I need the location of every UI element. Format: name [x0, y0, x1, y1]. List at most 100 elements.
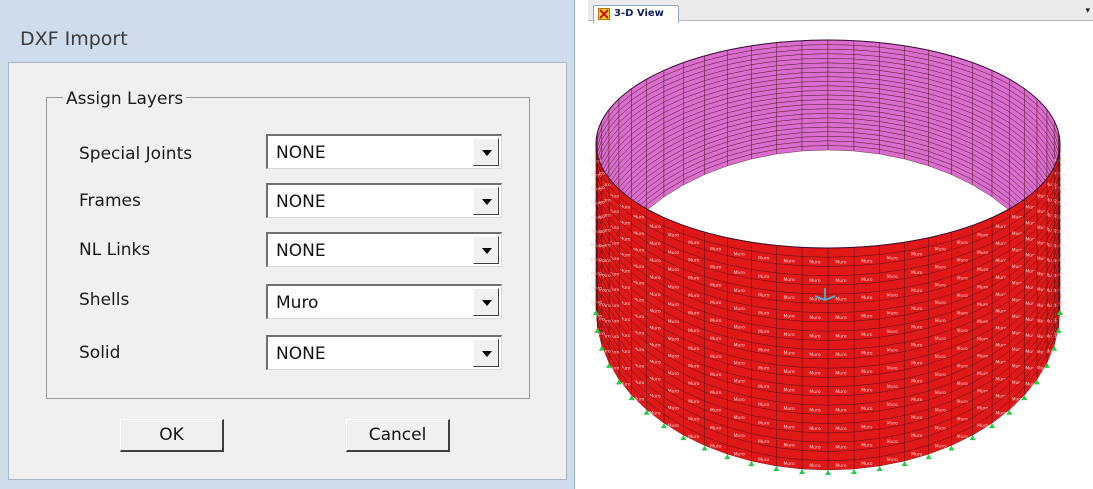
shell-label: Muro — [784, 424, 795, 430]
shell-label: Muro — [911, 270, 922, 276]
special-joints-value: NONE — [276, 143, 326, 163]
chevron-down-icon[interactable] — [473, 339, 499, 367]
nl-links-label: NL Links — [79, 240, 151, 260]
shell-label: Muro — [835, 426, 846, 432]
shell-label: Muro — [809, 371, 820, 377]
shell-label: Muro — [784, 406, 795, 412]
outer-wall-panel — [827, 376, 855, 387]
shell-label: Muro — [784, 461, 795, 467]
shell-label: Muro — [887, 457, 898, 463]
3d-model-canvas[interactable]: Muro Muro Muro Muro Muro Muro Muro Muro Muro Muro… — [588, 20, 1093, 489]
outer-wall-panel — [801, 265, 829, 276]
outer-wall-panel — [801, 431, 829, 443]
shell-label: Muro — [809, 463, 820, 469]
outer-wall-panel — [827, 302, 855, 313]
outer-wall-panel — [801, 284, 829, 295]
shell-label: Muro — [835, 463, 846, 469]
shell-label: Muro — [734, 342, 745, 348]
outer-wall-panel — [827, 339, 855, 350]
outer-wall-panel — [827, 357, 855, 369]
special-joints-select[interactable]: NONE — [266, 134, 502, 169]
support-marker — [876, 465, 883, 471]
shell-label: Muro — [977, 423, 988, 429]
shell-label: Muro — [861, 387, 872, 393]
shell-label: Muro — [784, 314, 795, 320]
chevron-down-icon[interactable] — [473, 138, 499, 166]
shell-label: Muro — [861, 369, 872, 375]
shell-label: Muro — [887, 329, 898, 335]
tab-3d-view-label: 3-D View — [614, 8, 664, 19]
outer-wall-panel — [801, 247, 829, 258]
outer-wall-panel — [801, 413, 829, 424]
shell-label: Muro — [758, 347, 769, 353]
ok-button[interactable]: OK — [120, 419, 224, 452]
shells-value: Muro — [276, 293, 319, 313]
shell-label: Muro — [887, 366, 898, 372]
shell-label: Muro — [784, 258, 795, 264]
outer-wall-panel — [827, 394, 855, 406]
shell-label: Muro — [758, 274, 769, 280]
inner-wall-panel — [827, 145, 855, 152]
chevron-down-icon[interactable]: ▾ — [1085, 6, 1090, 16]
shell-label: Muro — [784, 277, 795, 283]
shell-label: Muro — [809, 278, 820, 284]
shells-label: Shells — [79, 290, 130, 310]
shell-label: Muro — [861, 332, 872, 338]
chevron-down-icon[interactable] — [473, 288, 499, 316]
3d-view-panel: 3-D View ▾ Muro Muro Muro Muro Muro Muro Muro M… — [588, 0, 1093, 489]
assign-layers-legend: Assign Layers — [63, 89, 187, 109]
shell-label: Muro — [809, 315, 820, 321]
shell-label: Muro — [835, 445, 846, 451]
shell-label: Muro — [809, 389, 820, 395]
shell-label: Muro — [835, 278, 846, 284]
support-marker — [748, 461, 755, 467]
nl-links-value: NONE — [276, 241, 326, 261]
support-marker — [799, 468, 806, 474]
support-marker — [901, 461, 908, 467]
outer-wall-panel — [827, 431, 855, 443]
shell-label: Muro — [861, 461, 872, 467]
shell-label: Muro — [861, 295, 872, 301]
shell-label: Muro — [784, 369, 795, 375]
outer-wall-panel — [827, 413, 855, 424]
shell-label: Muro — [710, 444, 721, 450]
shells-select[interactable]: Muro — [266, 284, 502, 319]
frames-select[interactable]: NONE — [266, 183, 502, 218]
shell-label: Muro — [734, 324, 745, 330]
shell-label: Muro — [835, 389, 846, 395]
solid-value: NONE — [276, 344, 326, 364]
inner-wall-panel — [801, 44, 829, 51]
shell-label: Muro — [734, 306, 745, 312]
shell-label: Muro — [1012, 396, 1023, 402]
outer-wall-panel — [801, 302, 829, 313]
shell-label: Muro — [835, 260, 846, 266]
special-joints-label: Special Joints — [79, 144, 193, 164]
shell-label: Muro — [861, 443, 872, 449]
nl-links-select[interactable]: NONE — [266, 232, 502, 267]
chevron-down-icon[interactable] — [473, 236, 499, 264]
shell-label: Muro — [734, 451, 745, 457]
shell-label: Muro — [809, 445, 820, 451]
shell-label: Muro — [835, 297, 846, 303]
shell-label: Muro — [758, 421, 769, 427]
shell-label: Muro — [734, 288, 745, 294]
shell-label: Muro — [861, 351, 872, 357]
shell-label: Muro — [887, 402, 898, 408]
shell-label: Muro — [861, 314, 872, 320]
shell-label: Muro — [809, 352, 820, 358]
shell-label: Muro — [758, 457, 769, 463]
shell-label: Muro — [887, 274, 898, 280]
solid-select[interactable]: NONE — [266, 335, 502, 370]
shell-label: Muro — [633, 396, 644, 402]
chevron-down-icon[interactable] — [473, 187, 499, 215]
outer-wall-panel — [801, 357, 829, 369]
shell-label: Muro — [887, 384, 898, 390]
shell-label: Muro — [809, 408, 820, 414]
outer-wall-panel — [801, 450, 829, 461]
shell-label: Muro — [668, 423, 679, 429]
inner-wall-panel — [801, 145, 829, 152]
support-marker — [773, 465, 780, 471]
shell-label: Muro — [835, 334, 846, 340]
cancel-button[interactable]: Cancel — [346, 419, 450, 452]
shell-label: Muro — [887, 292, 898, 298]
